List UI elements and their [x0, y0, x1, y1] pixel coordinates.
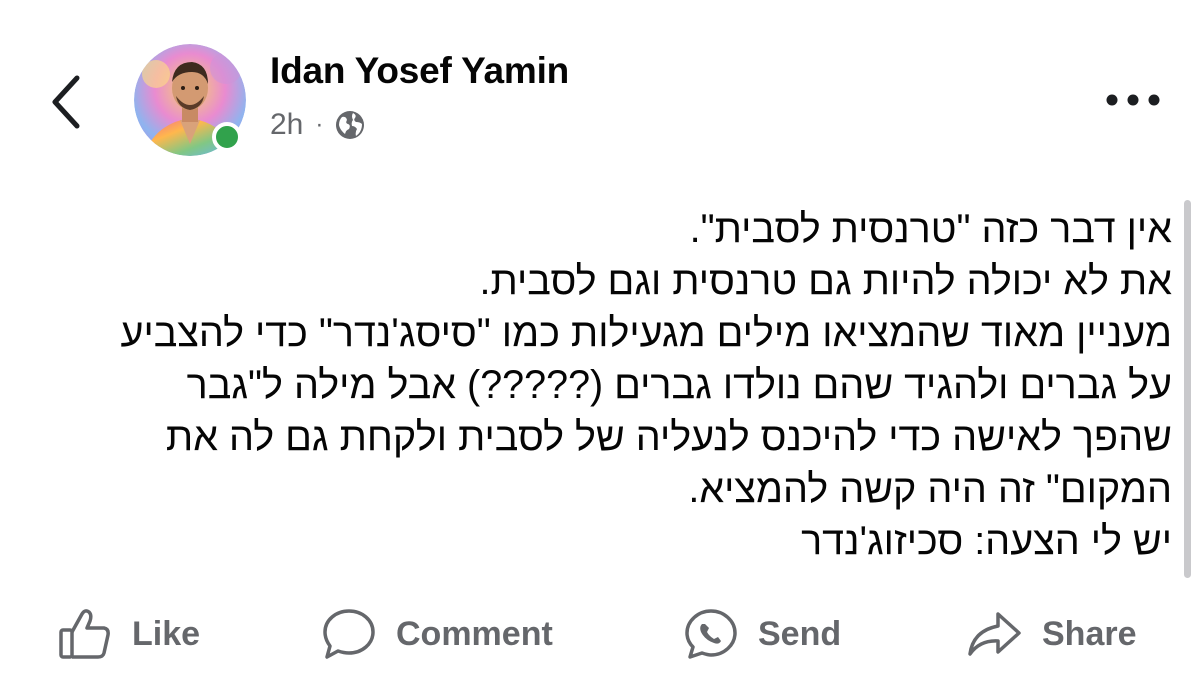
post-text-line: המקום" זה היה קשה להמציא. — [688, 467, 1172, 511]
post-time[interactable]: 2h — [270, 108, 303, 142]
like-button[interactable]: Like — [58, 596, 200, 672]
post-text-line: מעניין מאוד שהמציאו מילים מגעילות כמו "ס… — [120, 311, 1172, 355]
more-options-button[interactable] — [1100, 82, 1166, 118]
scrollbar[interactable] — [1184, 200, 1191, 578]
thumbs-up-icon — [59, 609, 110, 659]
post-text-line: יש לי הצעה: סכיזוג'נדר — [801, 519, 1172, 563]
send-button[interactable]: Send — [684, 596, 841, 672]
comment-label: Comment — [396, 614, 553, 653]
post-text-line: שהפך לאישה כדי להיכנס לנעליה של לסבית ול… — [165, 415, 1172, 459]
author-name[interactable]: Idan Yosef Yamin — [270, 50, 569, 92]
share-button[interactable]: Share — [966, 596, 1137, 672]
post-meta: 2h · — [270, 108, 367, 142]
back-button[interactable] — [40, 66, 92, 138]
post-text-line: את לא יכולה להיות גם טרנסית וגם לסבית. — [479, 259, 1172, 303]
post-text: אין דבר כזה "טרנסית לסבית". את לא יכולה … — [42, 203, 1172, 567]
globe-icon[interactable] — [333, 108, 367, 142]
chevron-left-icon — [52, 75, 80, 129]
more-horizontal-icon — [1106, 94, 1160, 106]
like-label: Like — [132, 614, 201, 653]
comment-button[interactable]: Comment — [322, 596, 553, 672]
post-actions-bar: Like Comment Send Share — [0, 596, 1200, 672]
avatar[interactable] — [134, 44, 246, 156]
online-status-indicator — [212, 122, 242, 152]
share-label: Share — [1042, 614, 1137, 653]
messenger-icon — [685, 609, 737, 659]
meta-separator: · — [315, 111, 324, 138]
comment-bubble-icon — [323, 609, 375, 659]
post-text-line: על גברים ולהגיד שהם נולדו גברים (?????) … — [186, 363, 1172, 407]
post-text-line: אין דבר כזה "טרנסית לסבית". — [689, 207, 1172, 251]
send-label: Send — [758, 614, 842, 653]
share-arrow-icon — [968, 612, 1021, 656]
